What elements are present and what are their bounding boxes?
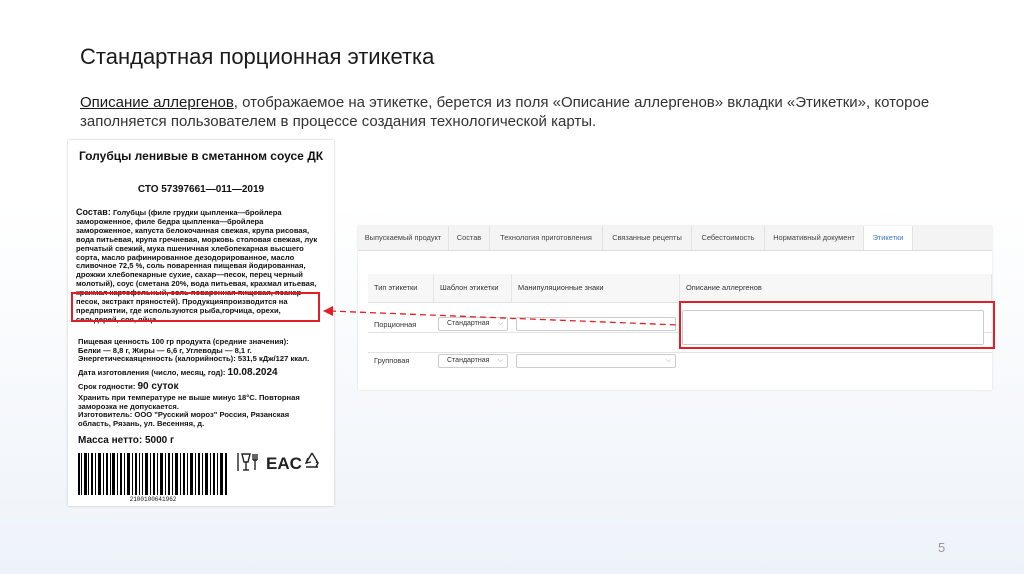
- template-select-value: Стандартная: [447, 357, 490, 364]
- glass-fork-icon: [237, 453, 258, 471]
- tab-output-product[interactable]: Выпускаемый продукт: [358, 226, 449, 250]
- tab-cost[interactable]: Себестоимость: [692, 226, 765, 250]
- slide-title: Стандартная порционная этикетка: [80, 44, 435, 69]
- label-composition-title: Состав:: [76, 207, 111, 217]
- col-handling-signs: Манипуляционные знаки: [512, 274, 680, 302]
- allergen-field-highlight: [679, 301, 995, 349]
- chevron-down-icon: ⌵: [665, 357, 671, 364]
- col-allergens: Описание аллергенов: [680, 274, 992, 302]
- row-divider: [368, 352, 992, 353]
- label-nutrition-line: Энергетическаяценность (калорийность): 5…: [78, 354, 310, 364]
- col-label-type: Тип этикетки: [368, 274, 434, 302]
- template-select-value: Стандартная: [447, 320, 490, 327]
- chevron-down-icon: ⌵: [497, 320, 503, 327]
- label-standard: СТО 57397661—011—2019: [137, 184, 265, 195]
- handling-signs-select[interactable]: ⌵: [516, 354, 676, 368]
- barcode: [78, 453, 227, 495]
- tab-bar: Выпускаемый продукт Состав Технология пр…: [358, 226, 992, 251]
- label-made-label: Дата изготовления (число, месяц, год):: [78, 368, 226, 377]
- tab-normative-doc[interactable]: Нормативный документ: [765, 226, 864, 250]
- label-shelf-value: 90 суток: [137, 381, 179, 392]
- label-maker-text: Изготовитель: ООО "Русский мороз" Россия…: [78, 410, 290, 428]
- label-storage: Хранить при температуре не выше минус 18…: [78, 393, 323, 428]
- row-label-type: Порционная: [374, 320, 417, 329]
- row-label-type: Групповая: [374, 356, 410, 365]
- label-net-weight: Масса нетто: 5000 г: [78, 435, 175, 446]
- tab-composition[interactable]: Состав: [449, 226, 490, 250]
- tab-labels[interactable]: Этикетки: [864, 226, 913, 250]
- label-made-value: 10.08.2024: [227, 367, 278, 378]
- tab-related-recipes[interactable]: Связанные рецепты: [603, 226, 692, 250]
- handling-signs-select[interactable]: [516, 317, 676, 331]
- label-product-name: Голубцы ленивые в сметанном соусе ДК: [78, 149, 324, 163]
- recycle-icon: [304, 452, 319, 468]
- intro-highlight: Описание аллергенов: [80, 94, 234, 111]
- label-made-date: Дата изготовления (число, месяц, год): 1…: [78, 367, 323, 378]
- product-label: Голубцы ленивые в сметанном соусе ДК СТО…: [68, 140, 334, 506]
- page-number: 5: [938, 540, 946, 555]
- label-shelf-label: Срок годности:: [78, 382, 136, 391]
- template-select[interactable]: Стандартная ⌵: [438, 317, 508, 331]
- label-shelf-life: Срок годности: 90 суток: [78, 381, 323, 392]
- col-label-template: Шаблон этикетки: [434, 274, 512, 302]
- chevron-down-icon: ⌵: [497, 357, 503, 364]
- label-storage-text: Хранить при температуре не выше минус 18…: [78, 393, 300, 411]
- tab-technology[interactable]: Технология приготовления: [490, 226, 603, 250]
- label-icons: EAC: [237, 452, 319, 473]
- label-allergen-highlight: [71, 292, 320, 322]
- barcode-number: 2100100641962: [129, 496, 177, 503]
- intro-text: Описание аллергенов, отображаемое на эти…: [80, 93, 960, 131]
- template-select[interactable]: Стандартная ⌵: [438, 354, 508, 368]
- eac-mark-icon: EAC: [266, 454, 302, 473]
- label-nutrition: Пищевая ценность 100 гр продукта (средни…: [78, 337, 323, 364]
